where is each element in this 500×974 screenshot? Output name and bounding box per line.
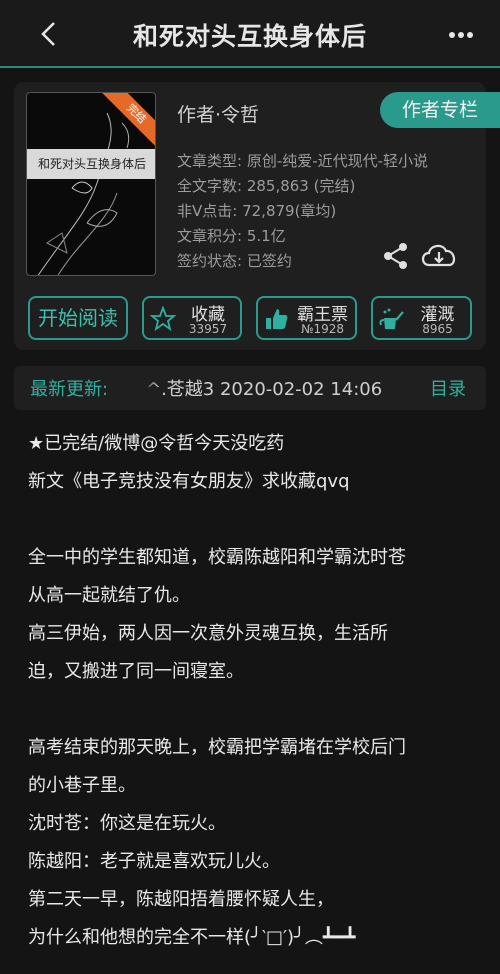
book-cover[interactable]: 和死对头互换身体后 完结 — [26, 92, 156, 276]
bawang-ticket-button[interactable]: 霸王票 №1928 — [256, 296, 357, 340]
star-icon — [150, 306, 176, 332]
description-line: 的小巷子里。 — [28, 775, 136, 796]
description-line: 新文《电子竞技没有女朋友》求收藏qvq — [28, 471, 350, 492]
description-line: 第二天一早，陈越阳捂着腰怀疑人生， — [28, 889, 334, 910]
book-description: ★已完结/微博@令哲今天没吃药 新文《电子竞技没有女朋友》求收藏qvq 全一中的… — [28, 425, 478, 957]
description-line: 为什么和他想的完全不一样(╯‵□′)╯︵┻━┻ — [28, 927, 356, 948]
more-dots-icon[interactable] — [446, 20, 476, 50]
author-name[interactable]: 作者·令哲 — [177, 100, 259, 127]
description-line: 高三伊始，两人因一次意外灵魂互换，生活所 — [28, 623, 388, 644]
share-icon[interactable] — [381, 241, 411, 271]
description-line: 从高一起就结了仇。 — [28, 585, 190, 606]
description-line — [28, 501, 478, 539]
top-bar: 和死对头互换身体后 — [0, 0, 500, 68]
cloud-download-icon[interactable] — [419, 239, 459, 271]
latest-update-label: 最新更新: — [30, 379, 109, 400]
latest-chapter-text[interactable]: ^.苍越3 2020-02-02 14:06 — [146, 375, 398, 401]
meta-genre: 文章类型: 原创-纯爱-近代现代-轻小说 — [177, 152, 429, 170]
page-title: 和死对头互换身体后 — [132, 22, 367, 51]
meta-sign-status: 签约状态: 已签约 — [177, 252, 292, 270]
collect-button[interactable]: 收藏 33957 — [142, 296, 242, 340]
description-line: ★已完结/微博@令哲今天没吃药 — [28, 433, 285, 454]
irrigate-count: 8965 — [422, 322, 453, 336]
description-line — [28, 691, 478, 729]
collect-count: 33957 — [188, 322, 228, 336]
cover-title: 和死对头互换身体后 — [27, 149, 155, 179]
latest-update-bar[interactable]: 最新更新: ^.苍越3 2020-02-02 14:06 目录 — [14, 366, 486, 410]
watering-can-icon — [379, 308, 404, 329]
bawang-rank: №1928 — [300, 322, 345, 336]
catalog-link[interactable]: 目录 — [430, 375, 466, 401]
meta-score: 文章积分: 5.1亿 — [177, 227, 286, 245]
description-line: 陈越阳：老子就是喜欢玩儿火。 — [28, 851, 280, 872]
start-reading-button[interactable]: 开始阅读 — [28, 296, 128, 340]
description-line: 全一中的学生都知道，校霸陈越阳和学霸沈时苍 — [28, 547, 406, 568]
irrigate-button[interactable]: 灌溉 8965 — [371, 296, 472, 340]
author-column-button[interactable]: 作者专栏 — [380, 92, 500, 128]
meta-word-count: 全文字数: 285,863 (完结) — [177, 177, 356, 195]
meta-clicks: 非Ⅴ点击: 72,879(章均) — [177, 202, 337, 220]
description-line: 迫，又搬进了同一间寝室。 — [28, 661, 244, 682]
thumbs-up-icon — [266, 309, 288, 329]
book-info-card: 和死对头互换身体后 完结 作者·令哲 作者专栏 文章类型: 原创-纯爱-近代现代… — [14, 82, 500, 350]
description-line: 沈时苍：你这是在玩火。 — [28, 813, 226, 834]
description-line: 高考结束的那天晚上，校霸把学霸堵在学校后门 — [28, 737, 406, 758]
marquee-fade — [140, 370, 160, 406]
